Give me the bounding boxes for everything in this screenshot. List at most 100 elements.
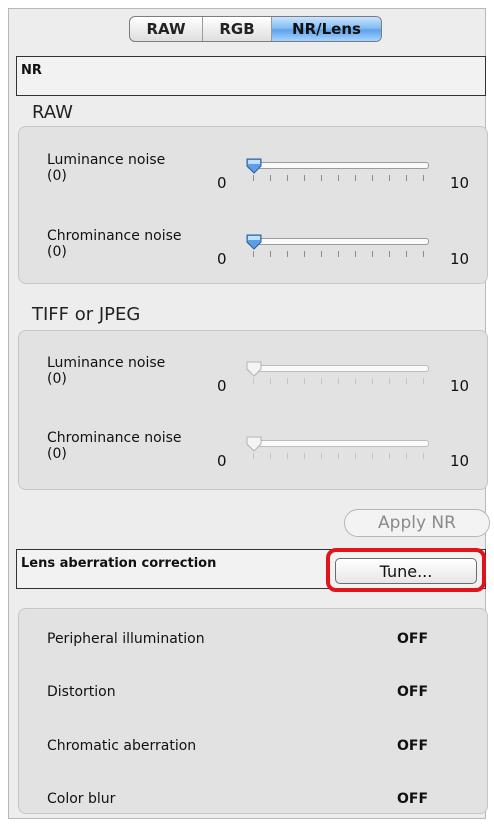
slider-tick [372,378,373,384]
lens-item-label: Color blur [47,791,116,807]
tiff-chrominance-track [247,440,429,447]
raw-chrominance-value-text: (0) [47,244,67,260]
tune-button-highlight [326,548,486,592]
slider-tick [355,378,356,384]
slider-tick [389,378,390,384]
tiff-luminance-ticks [253,378,425,384]
lens-item-label: Chromatic aberration [47,738,197,754]
raw-luminance-min: 0 [217,174,227,192]
tiff-chrominance-value-text: (0) [47,446,67,462]
slider-tick [406,453,407,459]
tiff-chrominance-slider-thumb [246,436,262,452]
lens-item-value: OFF [397,791,429,807]
slider-tick [372,453,373,459]
tiff-chrominance-min: 0 [217,452,227,470]
slider-tick [321,378,322,384]
raw-chrominance-label-text: Chrominance noise [47,228,182,244]
tiff-chrominance-max: 10 [450,452,470,470]
tiff-group-title: TIFF or JPEG [32,304,141,325]
tab-bar: RAW RGB NR/Lens [129,16,382,42]
lens-item-value: OFF [397,631,429,647]
lens-item: Chromatic aberration OFF [47,738,447,758]
lens-header-label: Lens aberration correction [21,556,217,571]
nr-header-label: NR [21,63,42,78]
slider-tick [406,251,407,257]
slider-tick [355,453,356,459]
tiff-chrominance-ticks [253,453,425,459]
slider-tick [253,453,254,459]
raw-chrominance-ticks [253,251,425,257]
raw-luminance-ticks [253,175,425,181]
slider-tick [389,251,390,257]
lens-item: Color blur OFF [47,791,447,811]
tab-rgb[interactable]: RGB [203,17,272,41]
tiff-chrominance-label: Chrominance noise (0) [47,430,182,462]
tab-raw[interactable]: RAW [130,17,203,41]
raw-chrominance-label: Chrominance noise (0) [47,228,182,260]
slider-tick [304,251,305,257]
slider-tick [423,175,424,181]
slider-tick [270,453,271,459]
slider-tick [406,175,407,181]
slider-tick [372,175,373,181]
tiff-luminance-label-text: Luminance noise [47,355,166,371]
slider-tick [355,251,356,257]
slider-tick [253,378,254,384]
slider-tick [321,453,322,459]
slider-tick [355,175,356,181]
lens-item-value: OFF [397,684,429,700]
tiff-luminance-label: Luminance noise (0) [47,355,165,387]
slider-tick [287,453,288,459]
slider-tick [287,378,288,384]
raw-chrominance-slider-row: Chrominance noise (0) 0 10 [47,228,477,272]
slider-tick [338,453,339,459]
tiff-luminance-track [247,365,429,372]
slider-tick [304,453,305,459]
lens-item: Distortion OFF [47,684,447,704]
slider-tick [338,378,339,384]
tiff-chrominance-slider-row: Chrominance noise (0) 0 10 [47,430,477,474]
raw-luminance-slider-row: Luminance noise (0) 0 10 [47,152,477,196]
slider-tick [321,175,322,181]
slider-tick [270,251,271,257]
slider-tick [389,175,390,181]
raw-luminance-value-text: (0) [47,168,67,184]
tiff-luminance-slider-thumb [246,361,262,377]
tiff-luminance-min: 0 [217,377,227,395]
slider-tick [287,175,288,181]
slider-tick [304,175,305,181]
tab-nr-lens[interactable]: NR/Lens [272,17,381,41]
raw-chrominance-track[interactable] [247,238,429,245]
lens-item: Peripheral illumination OFF [47,631,447,651]
raw-chrominance-slider-thumb[interactable] [245,233,263,251]
apply-nr-button[interactable]: Apply NR [344,509,490,537]
slider-tick [287,251,288,257]
nr-section-header: NR [16,56,486,96]
slider-tick [304,378,305,384]
slider-tick [321,251,322,257]
slider-tick [253,251,254,257]
slider-tick [338,251,339,257]
raw-luminance-label-text: Luminance noise [47,152,166,168]
raw-group-title: RAW [32,102,73,123]
slider-tick [389,453,390,459]
raw-luminance-track[interactable] [247,162,429,169]
tiff-luminance-max: 10 [450,377,470,395]
slider-tick [270,175,271,181]
slider-tick [423,378,424,384]
lens-item-value: OFF [397,738,429,754]
lens-item-label: Distortion [47,684,116,700]
slider-tick [406,378,407,384]
slider-tick [270,378,271,384]
slider-tick [253,175,254,181]
slider-tick [372,251,373,257]
slider-tick [423,251,424,257]
slider-tick [338,175,339,181]
tiff-luminance-value-text: (0) [47,371,67,387]
raw-chrominance-max: 10 [450,250,470,268]
tiff-luminance-slider-row: Luminance noise (0) 0 10 [47,355,477,399]
raw-luminance-max: 10 [450,174,470,192]
raw-luminance-slider-thumb[interactable] [245,157,263,175]
slider-tick [423,453,424,459]
tiff-chrominance-label-text: Chrominance noise [47,430,182,446]
